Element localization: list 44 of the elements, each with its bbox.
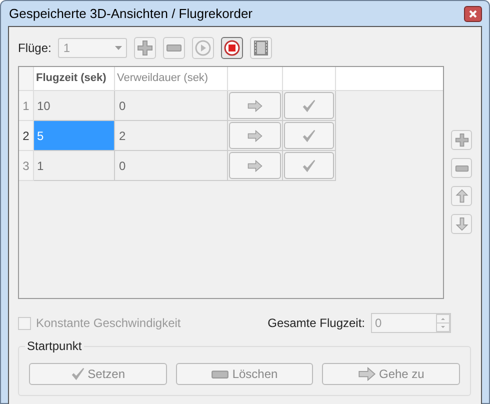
go-to-button[interactable] [229, 122, 281, 149]
checkbox-label: Konstante Geschwindigkeit [36, 315, 181, 332]
spin-arrows-icon [436, 314, 450, 332]
toolbar-button[interactable] [221, 37, 244, 59]
checkmark-icon [302, 98, 316, 112]
row-number: 2 [19, 121, 34, 151]
plus-icon [454, 133, 468, 147]
film-icon [253, 40, 270, 56]
table-cell[interactable]: 0 [115, 151, 228, 181]
table-cell[interactable]: 0 [115, 91, 228, 121]
table-cell[interactable]: 1 [34, 151, 115, 181]
group-title: Startpunkt [25, 339, 84, 354]
right-arrow-icon [247, 160, 263, 172]
table-cell[interactable]: 2 [115, 121, 228, 151]
dropdown-caret-icon [115, 46, 122, 50]
table-cell[interactable]: 5 [34, 121, 115, 151]
plus-icon [137, 40, 154, 56]
row-number: 3 [19, 151, 34, 181]
minus-icon [211, 370, 230, 378]
total-time-label: Gesamte Flugzeit: [268, 315, 365, 332]
right-arrow-icon [247, 100, 263, 112]
checkmark-icon [302, 158, 316, 172]
close-button[interactable] [464, 6, 482, 22]
row-number: 1 [19, 91, 34, 121]
go-to-button[interactable] [229, 92, 281, 119]
checkmark-icon [302, 128, 316, 142]
window-title: Gespeicherte 3D-Ansichten / Flugrekorder [8, 4, 254, 23]
down-arrow-icon [454, 217, 468, 231]
column-header[interactable]: Flugzeit (sek) [34, 67, 115, 90]
up-arrow-icon [454, 189, 468, 203]
right-arrow-icon [358, 367, 376, 381]
set-button[interactable] [284, 152, 334, 179]
column-header[interactable]: Verweildauer (sek) [115, 67, 228, 90]
close-icon [469, 10, 477, 18]
set-button[interactable] [284, 122, 334, 149]
right-arrow-icon [247, 130, 263, 142]
stop-icon [224, 40, 240, 56]
set-button[interactable] [284, 92, 334, 119]
minus-icon [166, 44, 182, 52]
minus-icon [454, 164, 468, 172]
play-icon [195, 40, 212, 56]
flights-label: Flüge: [18, 40, 52, 57]
go-to-button[interactable] [229, 152, 281, 179]
checkmark-icon [70, 367, 85, 381]
